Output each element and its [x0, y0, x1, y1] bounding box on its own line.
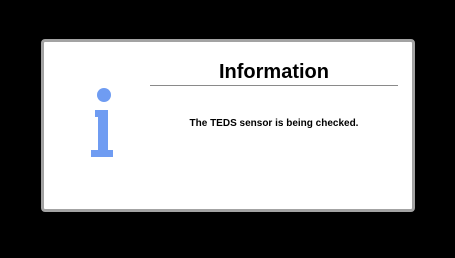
screen-background: Information The TEDS sensor is being che… [0, 0, 455, 258]
information-dialog: Information The TEDS sensor is being che… [41, 39, 415, 212]
dialog-title: Information [219, 61, 329, 83]
info-icon [91, 88, 113, 157]
dialog-message: The TEDS sensor is being checked. [189, 118, 359, 129]
title-divider [150, 85, 398, 86]
